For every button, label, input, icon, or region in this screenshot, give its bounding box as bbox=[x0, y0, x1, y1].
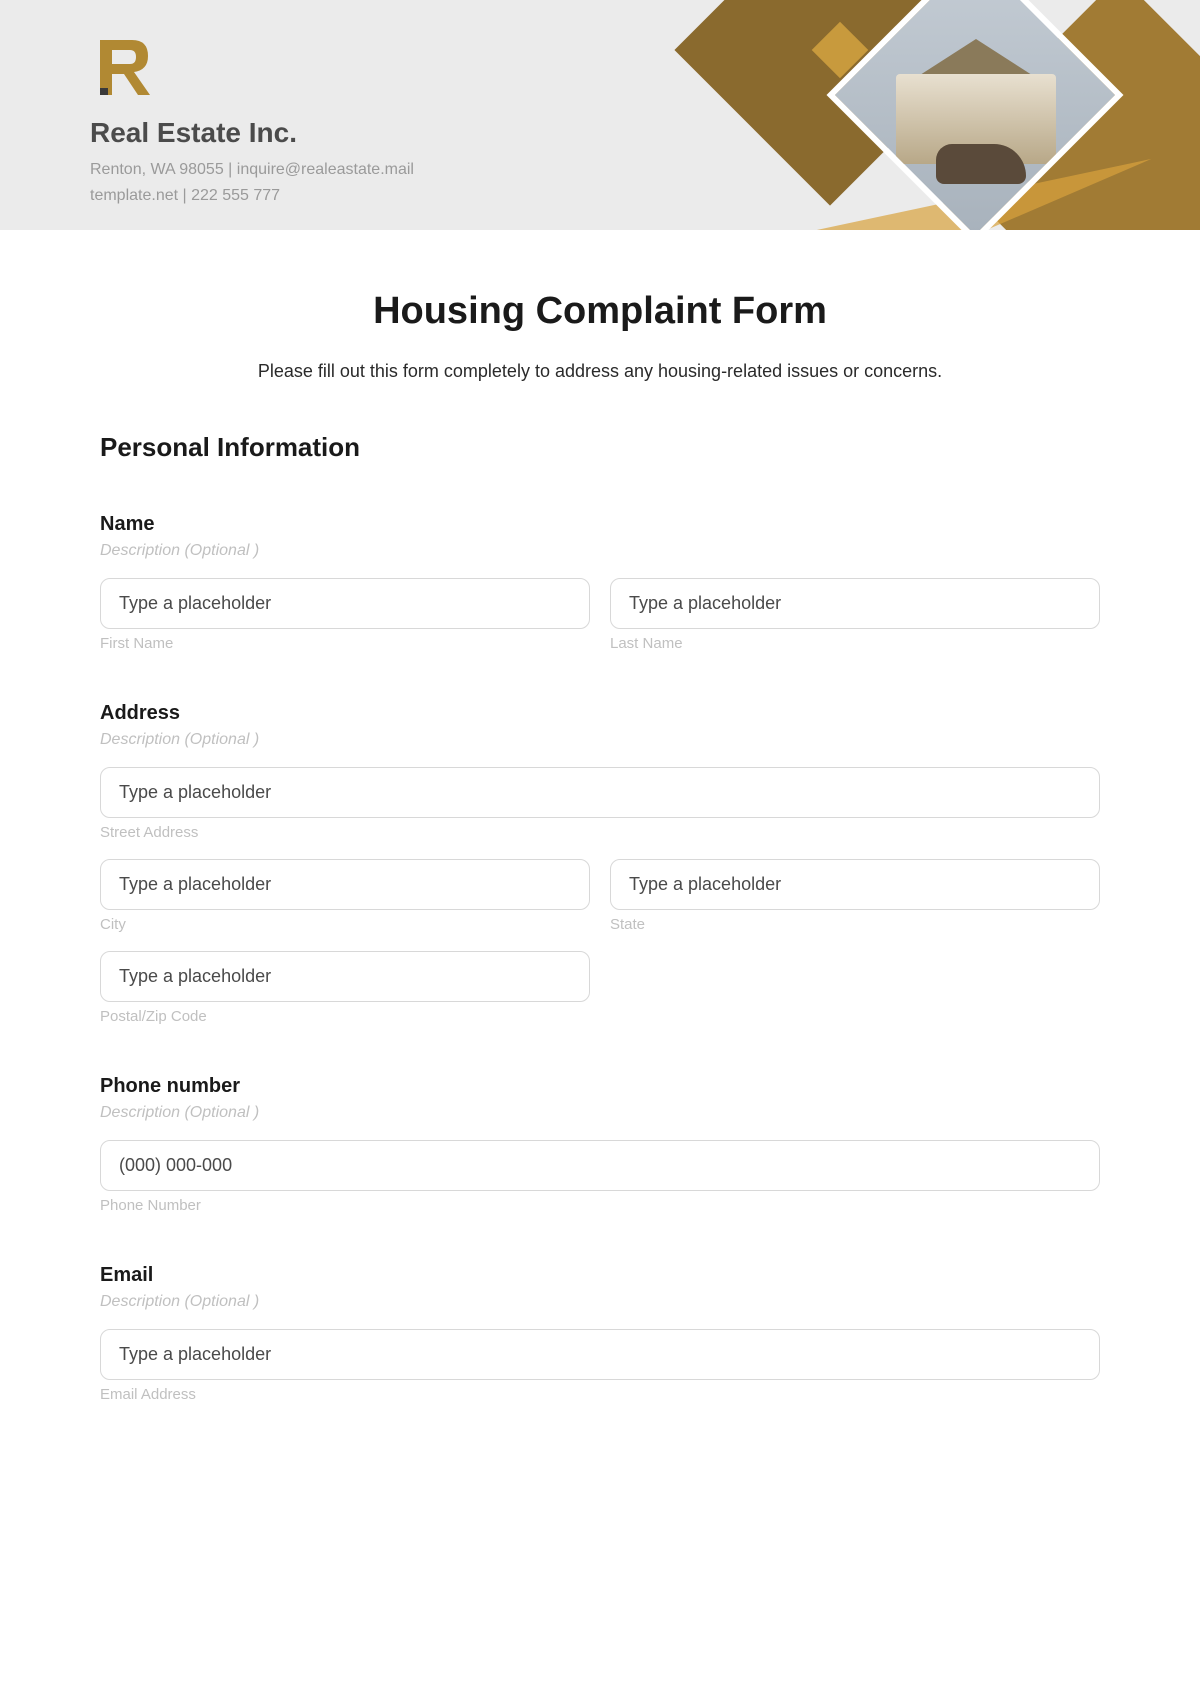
state-sublabel: State bbox=[610, 916, 1100, 933]
form-title: Housing Complaint Form bbox=[100, 290, 1100, 333]
last-name-input[interactable] bbox=[610, 578, 1100, 629]
city-input[interactable] bbox=[100, 859, 590, 910]
field-group-address: Address Description (Optional ) Street A… bbox=[100, 702, 1100, 1025]
field-group-phone: Phone number Description (Optional ) Pho… bbox=[100, 1075, 1100, 1214]
email-address-sublabel: Email Address bbox=[100, 1386, 1100, 1403]
email-label: Email bbox=[100, 1264, 1100, 1287]
company-logo-icon bbox=[90, 30, 160, 100]
phone-number-input[interactable] bbox=[100, 1140, 1100, 1191]
phone-description: Description (Optional ) bbox=[100, 1104, 1100, 1122]
phone-label: Phone number bbox=[100, 1075, 1100, 1098]
last-name-sublabel: Last Name bbox=[610, 635, 1100, 652]
name-label: Name bbox=[100, 513, 1100, 536]
form-content: Housing Complaint Form Please fill out t… bbox=[0, 230, 1200, 1493]
first-name-input[interactable] bbox=[100, 578, 590, 629]
section-personal-info: Personal Information bbox=[100, 432, 1100, 463]
phone-number-sublabel: Phone Number bbox=[100, 1197, 1100, 1214]
email-address-input[interactable] bbox=[100, 1329, 1100, 1380]
postal-code-sublabel: Postal/Zip Code bbox=[100, 1008, 590, 1025]
field-group-name: Name Description (Optional ) First Name … bbox=[100, 513, 1100, 652]
postal-code-input[interactable] bbox=[100, 951, 590, 1002]
header-decorative-graphic bbox=[620, 0, 1200, 230]
field-group-email: Email Description (Optional ) Email Addr… bbox=[100, 1264, 1100, 1403]
email-description: Description (Optional ) bbox=[100, 1293, 1100, 1311]
address-description: Description (Optional ) bbox=[100, 731, 1100, 749]
city-sublabel: City bbox=[100, 916, 590, 933]
address-label: Address bbox=[100, 702, 1100, 725]
street-address-input[interactable] bbox=[100, 767, 1100, 818]
street-address-sublabel: Street Address bbox=[100, 824, 1100, 841]
first-name-sublabel: First Name bbox=[100, 635, 590, 652]
name-description: Description (Optional ) bbox=[100, 542, 1100, 560]
header-banner: Real Estate Inc. Renton, WA 98055 | inqu… bbox=[0, 0, 1200, 230]
form-intro: Please fill out this form completely to … bbox=[100, 361, 1100, 382]
state-input[interactable] bbox=[610, 859, 1100, 910]
